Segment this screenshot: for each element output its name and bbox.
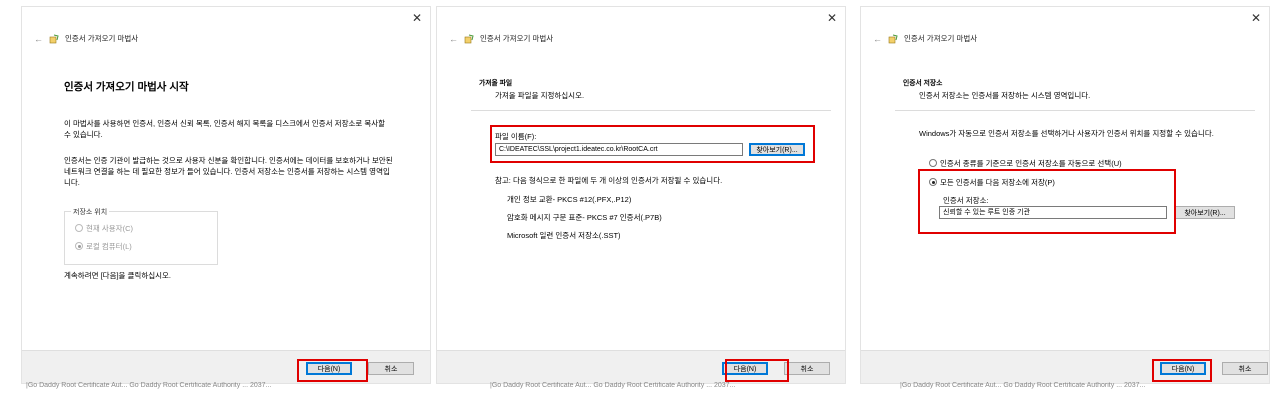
formats-note: 참고: 다음 형식으로 한 파일에 두 개 이상의 인증서가 저장될 수 있습니… — [495, 176, 723, 185]
close-icon[interactable]: ✕ — [827, 11, 837, 25]
radio-local-machine-label: 로컬 컴퓨터(L) — [86, 242, 132, 251]
wizard-nav: ← 인증서 가져오기 마법사 — [873, 33, 977, 44]
radio-selected-icon — [75, 242, 83, 250]
highlight-store-selection — [918, 169, 1176, 234]
background-list-strip: |Go Daddy Root Certificate Aut... Go Dad… — [26, 382, 272, 389]
highlight-file-name — [490, 125, 815, 163]
wizard-nav: ← 인증서 가져오기 마법사 — [449, 33, 553, 44]
highlight-next-1 — [297, 359, 368, 382]
wizard-nav: ← 인증서 가져오기 마법사 — [34, 33, 138, 44]
radio-icon — [929, 159, 937, 167]
cancel-button[interactable]: 취소 — [1222, 362, 1268, 375]
close-icon[interactable]: ✕ — [1251, 11, 1261, 25]
radio-current-user: 현재 사용자(C) — [75, 224, 133, 235]
certificate-wizard-icon — [888, 34, 898, 43]
section-subtitle: 인증서 저장소는 인증서를 저장하는 시스템 영역입니다. — [919, 91, 1091, 100]
wizard-title: 인증서 가져오기 마법사 — [904, 34, 978, 43]
highlight-next-2 — [725, 359, 789, 382]
section-title: 인증서 저장소 — [903, 80, 943, 87]
background-list-strip: |Go Daddy Root Certificate Aut... Go Dad… — [900, 382, 1146, 389]
close-icon[interactable]: ✕ — [412, 11, 422, 25]
radio-auto-select-label: 인증서 종류를 기준으로 인증서 저장소를 자동으로 선택(U) — [940, 159, 1122, 168]
format-item: 개인 정보 교환- PKCS #12(.PFX,.P12) — [507, 195, 632, 204]
divider — [471, 110, 831, 111]
back-arrow-icon[interactable]: ← — [34, 34, 43, 44]
back-arrow-icon[interactable]: ← — [449, 34, 458, 44]
wizard-title: 인증서 가져오기 마법사 — [480, 34, 554, 43]
intro-paragraph: 이 마법사를 사용하면 인증서, 인증서 신뢰 목록, 인증서 해지 목록을 디… — [64, 119, 386, 139]
radio-current-user-label: 현재 사용자(C) — [86, 224, 133, 233]
section-subtitle: 가져올 파일을 지정하십시오. — [495, 91, 585, 100]
store-location-group: 저장소 위치 현재 사용자(C) 로컬 컴퓨터(L) — [64, 207, 218, 265]
store-description: Windows가 자동으로 인증서 저장소를 선택하거나 사용자가 인증서 위치… — [919, 129, 1214, 138]
cancel-button[interactable]: 취소 — [368, 362, 414, 375]
dialog-footer: 다음(N) 취소 — [22, 350, 430, 383]
divider — [895, 110, 1255, 111]
wizard-dialog-start: ✕ ← 인증서 가져오기 마법사 인증서 가져오기 마법사 시작 이 마법사를 … — [21, 6, 431, 384]
wizard-title: 인증서 가져오기 마법사 — [65, 34, 139, 43]
format-item: Microsoft 일련 인증서 저장소(.SST) — [507, 231, 621, 240]
back-arrow-icon[interactable]: ← — [873, 34, 882, 44]
background-list-strip: |Go Daddy Root Certificate Aut... Go Dad… — [490, 382, 736, 389]
info-paragraph: 인증서는 인증 기관이 발급하는 것으로 사용자 신분을 확인합니다. 인증서에… — [64, 156, 393, 187]
highlight-next-3 — [1152, 359, 1212, 382]
certificate-wizard-icon — [464, 34, 474, 43]
cancel-button[interactable]: 취소 — [784, 362, 830, 375]
wizard-dialog-file: ✕ ← 인증서 가져오기 마법사 가져올 파일 가져올 파일을 지정하십시오. … — [436, 6, 846, 384]
radio-icon — [75, 224, 83, 232]
store-location-label: 저장소 위치 — [71, 207, 110, 217]
continue-text: 계속하려면 [다음]을 클릭하십시오. — [64, 271, 172, 280]
browse-button[interactable]: 찾아보기(R)... — [1175, 206, 1235, 219]
section-title: 가져올 파일 — [479, 80, 513, 87]
format-item: 암호화 메시지 구문 표준- PKCS #7 인증서(.P7B) — [507, 213, 662, 222]
radio-local-machine: 로컬 컴퓨터(L) — [75, 242, 132, 253]
certificate-wizard-icon — [49, 34, 59, 43]
page-heading: 인증서 가져오기 마법사 시작 — [64, 81, 189, 93]
